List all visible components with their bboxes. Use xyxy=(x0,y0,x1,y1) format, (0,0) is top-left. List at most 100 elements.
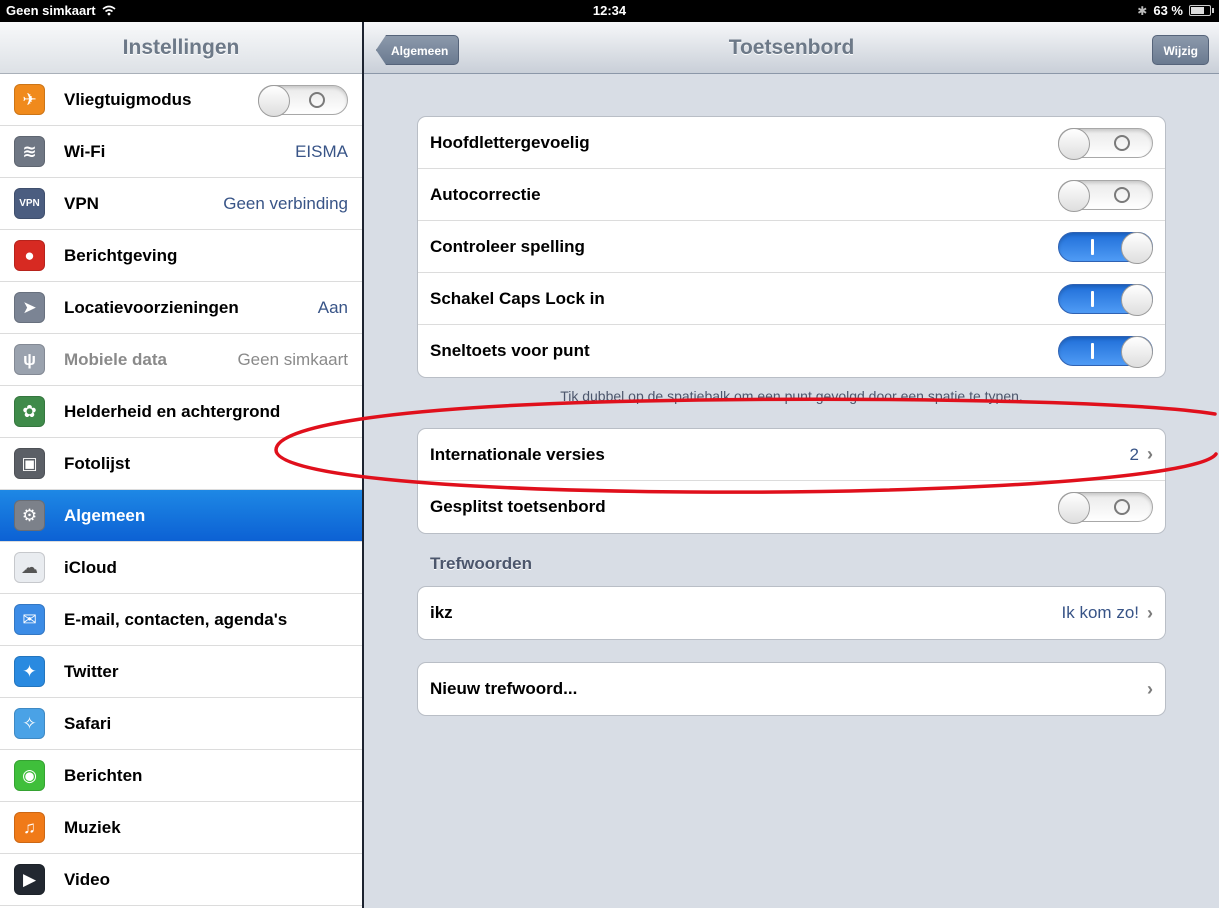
sidebar-item-label: Fotolijst xyxy=(64,453,131,473)
status-bar: Geen simkaart 12:34 ✱ 63 % xyxy=(0,0,1219,22)
schakel-caps-lock-in-toggle[interactable] xyxy=(1058,283,1153,316)
location-icon: ➤ xyxy=(14,292,45,323)
sidebar-item-label: VPN xyxy=(64,193,99,213)
sidebar-item-label: Berichten xyxy=(64,765,143,785)
keyboard-settings-pane: Toetsenbord Algemeen Wijzig Hoofdletterg… xyxy=(364,22,1219,908)
sidebar-item-label: E-mail, contacten, agenda's xyxy=(64,609,288,629)
sidebar-title: Instellingen xyxy=(0,22,362,74)
cloud-icon: ☁ xyxy=(14,552,45,583)
sidebar-item-label: Muziek xyxy=(64,817,121,837)
toggle-off-glyph xyxy=(309,91,325,108)
sidebar-item-label: Vliegtuigmodus xyxy=(64,89,192,109)
controleer-spelling-toggle[interactable] xyxy=(1058,231,1153,264)
shortcuts-group: ikz Ik kom zo! › xyxy=(417,586,1166,640)
toggle-knob xyxy=(1121,336,1153,368)
ikz-value: Ik kom zo! xyxy=(1061,603,1139,622)
sidebar-list: ✈ Vliegtuigmodus ≋ Wi-Fi EISMA VPN VPN Geen ver… xyxy=(0,74,362,906)
chevron-right-icon: › xyxy=(1147,678,1153,699)
schakel-caps-lock-in-row: Schakel Caps Lock in xyxy=(418,273,1165,325)
sidebar-item-value: Aan xyxy=(317,297,348,317)
sidebar-item-icloud[interactable]: ☁ iCloud xyxy=(0,542,362,594)
ikz-row[interactable]: ikz Ik kom zo! › xyxy=(418,587,1165,639)
sidebar-item-locatievoorzieningen[interactable]: ➤ Locatievoorzieningen Aan xyxy=(0,282,362,334)
sidebar-item-video[interactable]: ▶ Video xyxy=(0,854,362,906)
sidebar-item-value: EISMA xyxy=(295,141,348,161)
sneltoets-voor-punt-toggle[interactable] xyxy=(1058,336,1153,368)
sneltoets-voor-punt-row: Sneltoets voor punt xyxy=(418,325,1165,377)
sidebar-item-label: Safari xyxy=(64,713,112,733)
autocorrectie-row: Autocorrectie xyxy=(418,169,1165,221)
hoofdlettergevoelig-toggle[interactable] xyxy=(1058,127,1153,160)
sidebar-item-label: Twitter xyxy=(64,661,119,681)
navbar: Toetsenbord Algemeen Wijzig xyxy=(364,22,1219,74)
gesplitst-toetsenbord-row: Gesplitst toetsenbord xyxy=(418,481,1165,533)
period-shortcut-footnote: Tik dubbel op de spatiebalk om een punt … xyxy=(560,388,1023,404)
toggle-knob xyxy=(1121,231,1153,264)
sidebar-item-berichten[interactable]: ◉ Berichten xyxy=(0,750,362,802)
airplane-mode-toggle[interactable] xyxy=(258,84,348,117)
wifi-icon: ≋ xyxy=(14,136,45,167)
sidebar-item-helderheid-en-achtergrond[interactable]: ✿ Helderheid en achtergrond xyxy=(0,386,362,438)
hoofdlettergevoelig-label: Hoofdlettergevoelig xyxy=(430,132,590,152)
add-shortcut-label: Nieuw trefwoord... xyxy=(430,679,578,698)
sidebar-item-label: Locatievoorzieningen xyxy=(64,297,239,317)
controleer-spelling-row: Controleer spelling xyxy=(418,221,1165,273)
toggle-off-glyph xyxy=(1114,134,1130,151)
toggle-knob xyxy=(1058,179,1090,212)
sidebar-item-berichtgeving[interactable]: ● Berichtgeving xyxy=(0,230,362,282)
autocorrectie-toggle[interactable] xyxy=(1058,179,1153,212)
sidebar-item-value: Geen verbinding xyxy=(223,193,348,213)
sidebar-item-label: Video xyxy=(64,869,110,889)
notifications-icon: ● xyxy=(14,240,45,271)
sidebar-item-mobiele-data[interactable]: ψ Mobiele data Geen simkaart xyxy=(0,334,362,386)
schakel-caps-lock-in-label: Schakel Caps Lock in xyxy=(430,288,605,308)
mail-icon: ✉ xyxy=(14,604,45,635)
airplane-icon: ✈ xyxy=(14,84,45,115)
toggle-knob xyxy=(258,84,290,117)
shortcuts-section-title: Trefwoorden xyxy=(430,554,533,573)
gesplitst-toetsenbord-toggle[interactable] xyxy=(1058,492,1153,524)
picture-frame-icon: ▣ xyxy=(14,448,45,479)
cellular-icon: ψ xyxy=(14,344,45,375)
international-group: Internationale versies 2 › Gesplitst toetse… xyxy=(417,428,1166,534)
status-right: ✱ 63 % xyxy=(1137,3,1214,18)
page-title: Toetsenbord xyxy=(728,36,855,59)
add-shortcut-group: Nieuw trefwoord... › xyxy=(417,662,1166,716)
sidebar-item-e-mail-contacten-agenda-s[interactable]: ✉ E-mail, contacten, agenda's xyxy=(0,594,362,646)
sidebar-item-wi-fi[interactable]: ≋ Wi-Fi EISMA xyxy=(0,126,362,178)
toggle-off-glyph xyxy=(1114,499,1130,515)
sidebar-item-label: Berichtgeving xyxy=(64,245,178,265)
music-icon: ♫ xyxy=(14,812,45,843)
battery-fill xyxy=(1191,7,1204,14)
sidebar-item-vpn[interactable]: VPN VPN Geen verbinding xyxy=(0,178,362,230)
controleer-spelling-label: Controleer spelling xyxy=(430,236,585,256)
toggle-knob xyxy=(1058,492,1090,524)
edit-button[interactable]: Wijzig xyxy=(1152,35,1209,65)
toggle-knob xyxy=(1058,127,1090,160)
sidebar-item-value: Geen simkaart xyxy=(237,349,348,369)
sidebar-item-label: Algemeen xyxy=(64,505,146,525)
sidebar-item-safari[interactable]: ✧ Safari xyxy=(0,698,362,750)
internationale-versies-value: 2 xyxy=(1129,444,1139,464)
autocorrectie-label: Autocorrectie xyxy=(430,184,541,204)
toggle-on-glyph xyxy=(1091,290,1094,307)
internationale-versies-row[interactable]: Internationale versies 2 › xyxy=(418,429,1165,481)
wallpaper-icon: ✿ xyxy=(14,396,45,427)
gesplitst-toetsenbord-label: Gesplitst toetsenbord xyxy=(430,497,606,516)
back-button[interactable]: Algemeen xyxy=(376,35,460,65)
sidebar-item-label: iCloud xyxy=(64,557,117,577)
sidebar-item-twitter[interactable]: ✦ Twitter xyxy=(0,646,362,698)
sneltoets-voor-punt-label: Sneltoets voor punt xyxy=(430,341,590,360)
sidebar-item-algemeen[interactable]: ⚙ Algemeen xyxy=(0,490,362,542)
toggle-on-glyph xyxy=(1091,238,1094,255)
keyboard-options-group: Hoofdlettergevoelig Autocorrectie Controle… xyxy=(417,116,1166,378)
sidebar-item-label: Wi-Fi xyxy=(64,141,106,161)
sidebar-item-vliegtuigmodus[interactable]: ✈ Vliegtuigmodus xyxy=(0,74,362,126)
battery-icon xyxy=(1189,5,1214,16)
vpn-icon: VPN xyxy=(14,188,45,219)
sidebar-item-muziek[interactable]: ♫ Muziek xyxy=(0,802,362,854)
messages-icon: ◉ xyxy=(14,760,45,791)
sidebar-item-fotolijst[interactable]: ▣ Fotolijst xyxy=(0,438,362,490)
video-icon: ▶ xyxy=(14,864,45,895)
add-shortcut-row[interactable]: Nieuw trefwoord... › xyxy=(418,663,1165,715)
